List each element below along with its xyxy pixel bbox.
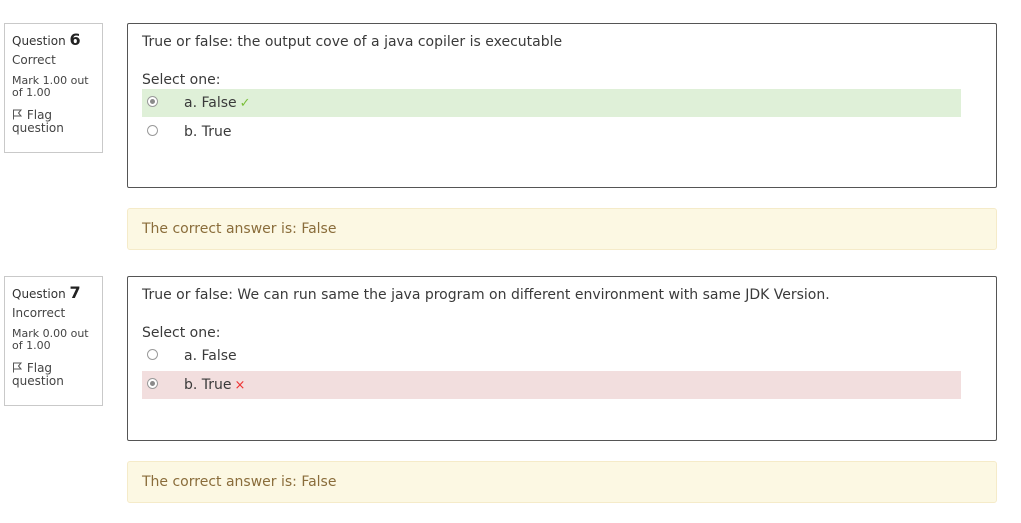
question-grade: Mark 0.00 out of 1.00 [12,327,89,352]
radio-button[interactable] [147,349,158,360]
question-grade: Mark 1.00 out of 1.00 [12,74,89,99]
question-number-value: 7 [69,283,81,302]
question-content-6: True or false: the output cove of a java… [127,23,997,188]
question-info-6: Question 6 Correct Mark 1.00 out of 1.00… [4,23,103,153]
radio-button[interactable] [147,125,158,136]
radio-button[interactable] [147,96,158,107]
question-state: Correct [12,53,56,67]
question-number: Question 6 [12,30,95,51]
feedback-6: The correct answer is: False [127,208,997,250]
option-label: b. True [184,124,232,140]
answer-option-a[interactable]: a. False [142,342,961,370]
flag-icon [13,362,23,373]
cross-icon: × [234,378,246,393]
question-label: Question [12,287,66,301]
option-label-wrap: b. True × [184,377,245,393]
flag-question-button[interactable]: Flag question [12,362,95,388]
question-number-value: 6 [69,30,81,49]
question-number: Question 7 [12,283,95,304]
question-info-7: Question 7 Incorrect Mark 0.00 out of 1.… [4,276,103,406]
question-state: Incorrect [12,306,66,320]
select-prompt: Select one: [142,72,221,88]
feedback-7: The correct answer is: False [127,461,997,503]
question-content-7: True or false: We can run same the java … [127,276,997,441]
check-icon: ✓ [239,96,251,111]
question-label: Question [12,34,66,48]
question-text: True or false: We can run same the java … [142,287,830,303]
flag-icon [13,109,23,120]
answer-option-a[interactable]: a. False ✓ [142,89,961,117]
option-label-wrap: a. False ✓ [184,95,251,111]
option-label: a. False [184,348,237,364]
answer-option-b[interactable]: b. True [142,118,961,146]
question-text: True or false: the output cove of a java… [142,34,563,50]
select-prompt: Select one: [142,325,221,341]
option-label: a. False [184,95,237,111]
answer-option-b[interactable]: b. True × [142,371,961,399]
option-label: b. True [184,377,232,393]
radio-button[interactable] [147,378,158,389]
flag-question-button[interactable]: Flag question [12,109,95,135]
